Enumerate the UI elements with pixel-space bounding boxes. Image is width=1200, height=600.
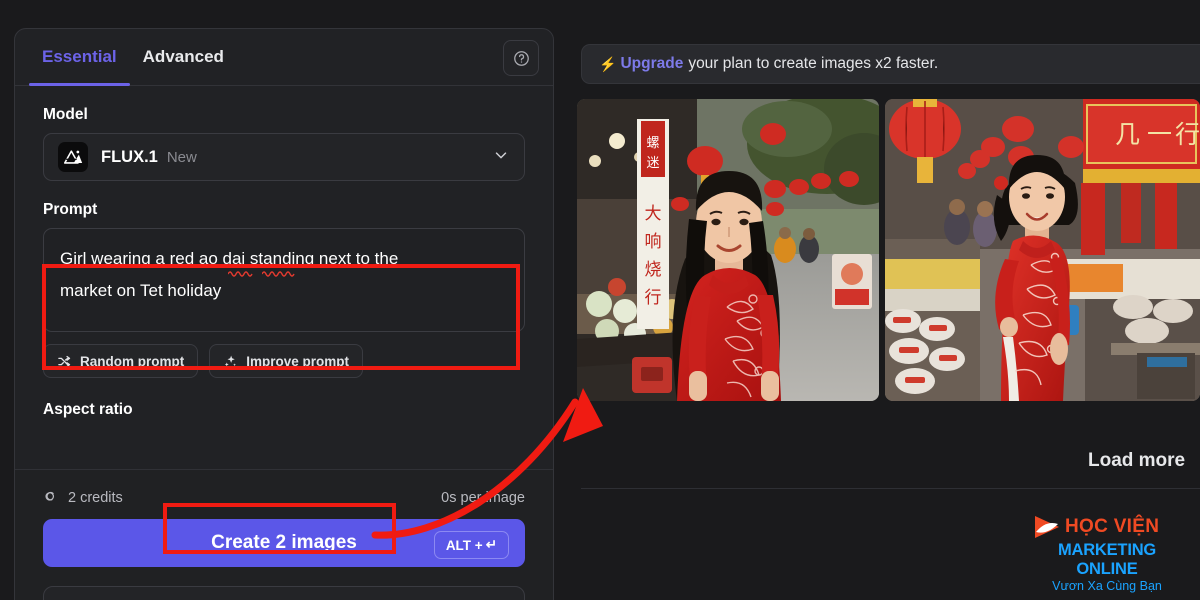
generated-image-2[interactable]: 几 一 行 [885,99,1200,401]
settings-panel: Essential Advanced Model FLUX.1 New Prom… [14,28,554,600]
prompt-label: Prompt [43,201,98,218]
panel-tabs: Essential Advanced [15,29,553,86]
svg-text:一: 一 [1147,120,1172,149]
shuffle-icon [58,355,71,367]
model-tag: New [166,148,197,166]
per-image-time: 0s per image [441,490,525,506]
create-images-label: Create 2 images [211,532,357,553]
prompt-action-buttons: Random prompt Improve prompt [43,344,525,378]
tab-essential[interactable]: Essential [29,29,130,86]
generated-image-2-content: 几 一 行 [885,99,1200,401]
prompt-line-1: Girl wearing a red ao dai standing next … [60,249,399,268]
tab-advanced[interactable]: Advanced [130,29,237,85]
model-select[interactable]: FLUX.1 New [43,133,525,181]
logo-brand-mid: MARKETING ONLINE [1057,541,1157,578]
question-circle-icon [513,50,529,66]
enter-key-icon: ↵ [485,537,497,552]
generated-image-1-content: 螺 迷 大 响 烧 行 [577,99,879,401]
flux-glyph [63,150,83,164]
credits-text: 2 credits [68,490,123,506]
prompt-input[interactable]: Girl wearing a red ao dai standing next … [43,228,525,332]
shortcut-text: ALT + [445,537,483,553]
generated-image-1[interactable]: 螺 迷 大 响 烧 行 [577,99,879,401]
random-prompt-label: Random prompt [80,353,185,369]
svg-text:烧: 烧 [645,260,662,280]
upgrade-banner[interactable]: ⚡ Upgrade your plan to create images x2 … [581,44,1200,84]
play-triangle-icon [1032,513,1062,541]
keyboard-shortcut-badge: ALT + ↵ [433,531,509,559]
create-images-button[interactable]: Create 2 images ALT + ↵ [43,519,525,567]
svg-text:响: 响 [645,232,662,252]
improve-prompt-label: Improve prompt [246,353,350,369]
panel-body: Model FLUX.1 New Prompt Girl wearing a r… [15,106,553,419]
svg-text:行: 行 [1175,120,1200,149]
bottom-option-card[interactable] [43,586,525,600]
flux-logo-icon [58,142,88,172]
bolt-icon: ⚡ [599,55,617,72]
chevron-down-icon [492,146,510,169]
watermark-logo: HỌC VIỆN MARKETING ONLINE Vươn Xa Cùng B… [1032,512,1182,593]
panel-footer: 2 credits 0s per image Create 2 images A… [15,469,553,600]
svg-text:螺: 螺 [646,136,659,151]
svg-text:迷: 迷 [646,156,659,171]
upgrade-banner-text: your plan to create images x2 faster. [688,55,939,72]
prompt-wrapper: Girl wearing a red ao dai standing next … [43,228,525,332]
improve-prompt-button[interactable]: Improve prompt [209,344,364,378]
logo-brand-sub: Vươn Xa Cùng Bạn [1052,579,1162,593]
aspect-ratio-label: Aspect ratio [43,401,133,418]
right-panel-divider [581,488,1200,489]
model-label: Model [43,106,88,123]
model-value: FLUX.1 [101,147,158,166]
tab-essential-label: Essential [42,47,117,66]
svg-text:行: 行 [645,288,662,308]
credits-row: 2 credits 0s per image [43,480,525,516]
load-more-button[interactable]: Load more [1088,450,1185,472]
svg-text:几: 几 [1115,120,1140,149]
upgrade-link[interactable]: Upgrade [620,55,683,73]
sparkle-icon [225,355,237,366]
random-prompt-button[interactable]: Random prompt [43,344,199,378]
tab-advanced-label: Advanced [142,47,224,66]
prompt-line-2: market on Tet holiday [60,281,222,300]
help-button[interactable] [503,40,539,76]
logo-brand-top: HỌC VIỆN [1065,516,1160,537]
svg-text:大: 大 [645,204,662,224]
coins-icon [45,491,55,501]
app-root: Essential Advanced Model FLUX.1 New Prom… [0,0,1200,600]
